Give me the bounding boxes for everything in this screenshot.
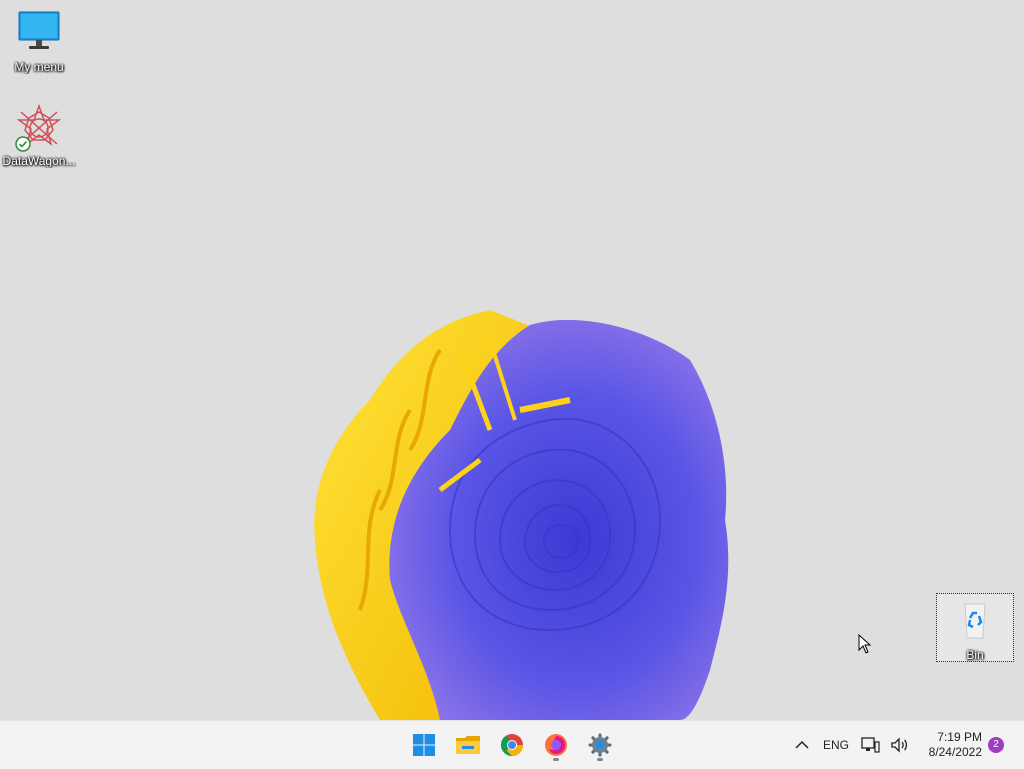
desktop: My menu DataWagon... Bin (0, 0, 1024, 720)
mouse-cursor-icon (858, 634, 872, 654)
recycle-bin-icon (951, 598, 999, 646)
taskbar-chrome-button[interactable] (492, 727, 532, 763)
desktop-icon-recycle-bin[interactable]: Bin (936, 593, 1014, 662)
desktop-icon-label: My menu (14, 60, 64, 74)
language-indicator[interactable]: ENG (818, 721, 854, 769)
wallpaper-bloom (314, 310, 729, 720)
taskbar-file-explorer-button[interactable] (448, 727, 488, 763)
running-indicator (553, 758, 559, 761)
running-indicator (597, 758, 603, 761)
firefox-icon (545, 734, 567, 756)
windows-start-icon (413, 734, 435, 756)
taskbar: ENG 7:19 PM 8/24/2022 2 (0, 720, 1024, 769)
chrome-icon (501, 734, 523, 756)
language-label: ENG (822, 738, 849, 752)
notification-center-button[interactable]: 2 (986, 721, 1006, 769)
desktop-icon-label: DataWagon... (2, 154, 76, 168)
clock-time: 7:19 PM (937, 730, 982, 744)
chevron-up-icon (795, 740, 809, 749)
taskbar-settings-button[interactable] (580, 727, 620, 763)
desktop-icon-label: Bin (966, 648, 984, 662)
show-hidden-icons-button[interactable] (790, 721, 814, 769)
volume-icon (891, 737, 908, 753)
desktop-icon-my-menu[interactable]: My menu (1, 10, 77, 74)
network-icon (861, 737, 880, 753)
taskbar-firefox-button[interactable] (536, 727, 576, 763)
network-volume-button[interactable] (860, 721, 910, 769)
clock-button[interactable]: 7:19 PM 8/24/2022 (916, 721, 982, 769)
notification-badge: 2 (988, 737, 1004, 753)
desktop-icon-datawagon[interactable]: DataWagon... (1, 103, 77, 168)
monitor-icon (15, 10, 63, 58)
datawagon-app-icon (15, 103, 63, 152)
start-button[interactable] (404, 727, 444, 763)
gear-icon (588, 733, 612, 757)
clock-date: 8/24/2022 (928, 745, 982, 759)
folder-icon (456, 736, 480, 754)
sync-check-icon (15, 136, 31, 152)
